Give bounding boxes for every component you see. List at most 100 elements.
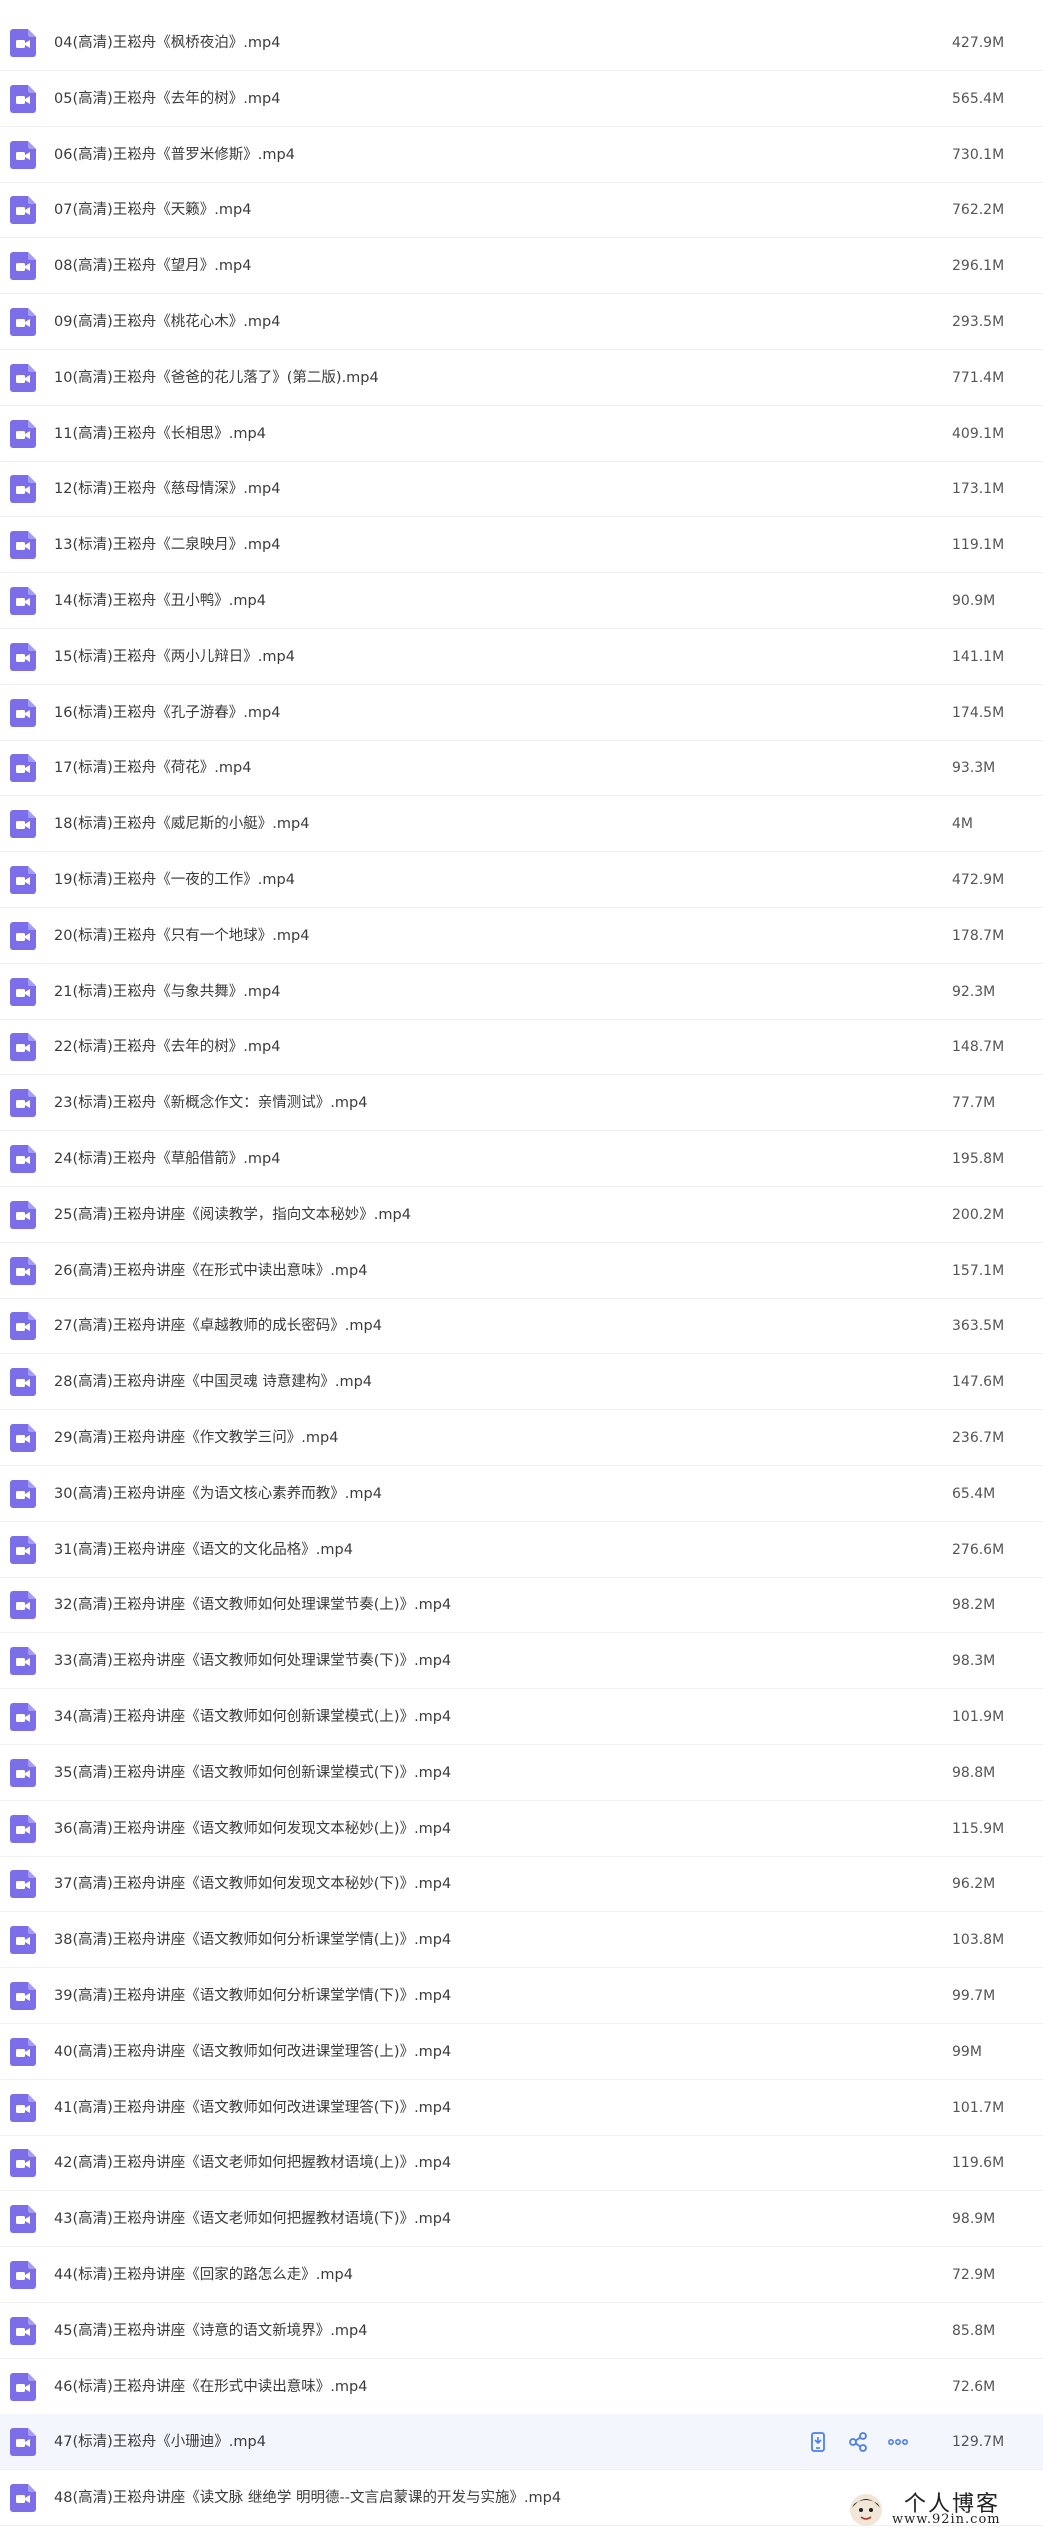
file-row[interactable]: 14(标清)王崧舟《丑小鸭》.mp4 90.9M <box>0 573 1043 629</box>
file-row[interactable]: 39(高清)王崧舟讲座《语文教师如何分析课堂学情(下)》.mp4 99.7M <box>0 1968 1043 2024</box>
file-size: 762.2M <box>952 202 1005 219</box>
file-name[interactable]: 17(标清)王崧舟《荷花》.mp4 <box>54 740 251 796</box>
file-name[interactable]: 21(标清)王崧舟《与象共舞》.mp4 <box>54 964 280 1020</box>
file-name[interactable]: 11(高清)王崧舟《长相思》.mp4 <box>54 406 266 462</box>
more-icon[interactable] <box>886 2430 910 2454</box>
file-name[interactable]: 41(高清)王崧舟讲座《语文教师如何改进课堂理答(下)》.mp4 <box>54 2080 451 2136</box>
file-row[interactable]: 04(高清)王崧舟《枫桥夜泊》.mp4 427.9M <box>0 15 1043 71</box>
file-row[interactable]: 13(标清)王崧舟《二泉映月》.mp4 119.1M <box>0 517 1043 574</box>
file-name[interactable]: 40(高清)王崧舟讲座《语文教师如何改进课堂理答(上)》.mp4 <box>54 2024 451 2080</box>
file-row[interactable]: 32(高清)王崧舟讲座《语文教师如何处理课堂节奏(上)》.mp4 98.2M <box>0 1577 1043 1634</box>
video-file-icon <box>10 140 36 169</box>
file-row[interactable]: 38(高清)王崧舟讲座《语文教师如何分析课堂学情(上)》.mp4 103.8M <box>0 1912 1043 1969</box>
file-row[interactable]: 34(高清)王崧舟讲座《语文教师如何创新课堂模式(上)》.mp4 101.9M <box>0 1689 1043 1745</box>
file-row[interactable]: 21(标清)王崧舟《与象共舞》.mp4 92.3M <box>0 964 1043 1020</box>
file-name[interactable]: 38(高清)王崧舟讲座《语文教师如何分析课堂学情(上)》.mp4 <box>54 1912 451 1968</box>
file-row[interactable]: 29(高清)王崧舟讲座《作文教学三问》.mp4 236.7M <box>0 1410 1043 1466</box>
file-row[interactable]: 11(高清)王崧舟《长相思》.mp4 409.1M <box>0 406 1043 462</box>
file-name[interactable]: 34(高清)王崧舟讲座《语文教师如何创新课堂模式(上)》.mp4 <box>54 1689 451 1745</box>
file-row[interactable]: 42(高清)王崧舟讲座《语文老师如何把握教材语境(上)》.mp4 119.6M <box>0 2135 1043 2192</box>
file-row[interactable]: 08(高清)王崧舟《望月》.mp4 296.1M <box>0 238 1043 295</box>
file-name[interactable]: 08(高清)王崧舟《望月》.mp4 <box>54 238 251 294</box>
file-row[interactable]: 23(标清)王崧舟《新概念作文：亲情测试》.mp4 77.7M <box>0 1075 1043 1132</box>
file-row[interactable]: 30(高清)王崧舟讲座《为语文核心素养而教》.mp4 65.4M <box>0 1466 1043 1522</box>
file-name[interactable]: 31(高清)王崧舟讲座《语文的文化品格》.mp4 <box>54 1522 353 1578</box>
file-name[interactable]: 22(标清)王崧舟《去年的树》.mp4 <box>54 1019 280 1075</box>
file-name[interactable]: 16(标清)王崧舟《孔子游春》.mp4 <box>54 685 280 741</box>
file-row[interactable]: 19(标清)王崧舟《一夜的工作》.mp4 472.9M <box>0 852 1043 908</box>
file-row[interactable]: 35(高清)王崧舟讲座《语文教师如何创新课堂模式(下)》.mp4 98.8M <box>0 1745 1043 1801</box>
file-name[interactable]: 04(高清)王崧舟《枫桥夜泊》.mp4 <box>54 15 280 71</box>
file-name[interactable]: 26(高清)王崧舟讲座《在形式中读出意味》.mp4 <box>54 1243 367 1299</box>
phone-icon[interactable] <box>806 2430 830 2454</box>
file-row[interactable]: 47(标清)王崧舟《小珊迪》.mp4 129.7M <box>0 2414 1043 2471</box>
file-row[interactable]: 45(高清)王崧舟讲座《诗意的语文新境界》.mp4 85.8M <box>0 2303 1043 2359</box>
file-row[interactable]: 40(高清)王崧舟讲座《语文教师如何改进课堂理答(上)》.mp4 99M <box>0 2024 1043 2080</box>
file-name[interactable]: 37(高清)王崧舟讲座《语文教师如何发现文本秘妙(下)》.mp4 <box>54 1856 451 1912</box>
file-name[interactable]: 46(标清)王崧舟讲座《在形式中读出意味》.mp4 <box>54 2359 367 2415</box>
file-row[interactable]: 36(高清)王崧舟讲座《语文教师如何发现文本秘妙(上)》.mp4 115.9M <box>0 1801 1043 1857</box>
file-name[interactable]: 27(高清)王崧舟讲座《卓越教师的成长密码》.mp4 <box>54 1298 382 1354</box>
video-file-icon <box>10 1145 36 1173</box>
file-name[interactable]: 18(标清)王崧舟《威尼斯的小艇》.mp4 <box>54 796 309 852</box>
file-name[interactable]: 48(高清)王崧舟讲座《读文脉 继绝学 明明德--文言启蒙课的开发与实施》.mp… <box>54 2470 561 2526</box>
file-row[interactable]: 43(高清)王崧舟讲座《语文老师如何把握教材语境(下)》.mp4 98.9M <box>0 2191 1043 2248</box>
file-row[interactable]: 37(高清)王崧舟讲座《语文教师如何发现文本秘妙(下)》.mp4 96.2M <box>0 1856 1043 1913</box>
file-name[interactable]: 45(高清)王崧舟讲座《诗意的语文新境界》.mp4 <box>54 2303 367 2359</box>
file-row[interactable]: 17(标清)王崧舟《荷花》.mp4 93.3M <box>0 740 1043 797</box>
file-row[interactable]: 26(高清)王崧舟讲座《在形式中读出意味》.mp4 157.1M <box>0 1243 1043 1299</box>
file-size: 85.8M <box>952 2322 996 2339</box>
file-name[interactable]: 15(标清)王崧舟《两小儿辩日》.mp4 <box>54 629 295 685</box>
file-name[interactable]: 07(高清)王崧舟《天籁》.mp4 <box>54 182 251 238</box>
file-name[interactable]: 05(高清)王崧舟《去年的树》.mp4 <box>54 71 280 127</box>
share-icon[interactable] <box>846 2430 870 2454</box>
file-name[interactable]: 33(高清)王崧舟讲座《语文教师如何处理课堂节奏(下)》.mp4 <box>54 1633 451 1689</box>
file-name[interactable]: 23(标清)王崧舟《新概念作文：亲情测试》.mp4 <box>54 1075 367 1131</box>
file-name[interactable]: 24(标清)王崧舟《草船借箭》.mp4 <box>54 1131 280 1187</box>
file-name[interactable]: 12(标清)王崧舟《慈母情深》.mp4 <box>54 461 280 517</box>
file-row[interactable]: 41(高清)王崧舟讲座《语文教师如何改进课堂理答(下)》.mp4 101.7M <box>0 2080 1043 2136</box>
file-row[interactable]: 15(标清)王崧舟《两小儿辩日》.mp4 141.1M <box>0 629 1043 685</box>
file-name[interactable]: 29(高清)王崧舟讲座《作文教学三问》.mp4 <box>54 1410 338 1466</box>
file-row[interactable]: 16(标清)王崧舟《孔子游春》.mp4 174.5M <box>0 685 1043 741</box>
watermark: 个人博客 www.92in.com <box>848 2486 1038 2530</box>
file-row[interactable]: 27(高清)王崧舟讲座《卓越教师的成长密码》.mp4 363.5M <box>0 1298 1043 1355</box>
file-row[interactable]: 25(高清)王崧舟讲座《阅读教学，指向文本秘妙》.mp4 200.2M <box>0 1187 1043 1243</box>
file-name[interactable]: 47(标清)王崧舟《小珊迪》.mp4 <box>54 2414 266 2470</box>
file-row[interactable]: 18(标清)王崧舟《威尼斯的小艇》.mp4 4M <box>0 796 1043 853</box>
file-name[interactable]: 39(高清)王崧舟讲座《语文教师如何分析课堂学情(下)》.mp4 <box>54 1968 451 2024</box>
file-row[interactable]: 44(标清)王崧舟讲座《回家的路怎么走》.mp4 72.9M <box>0 2247 1043 2303</box>
file-name[interactable]: 13(标清)王崧舟《二泉映月》.mp4 <box>54 517 280 573</box>
file-row[interactable]: 20(标清)王崧舟《只有一个地球》.mp4 178.7M <box>0 908 1043 964</box>
file-row[interactable]: 22(标清)王崧舟《去年的树》.mp4 148.7M <box>0 1019 1043 1076</box>
file-row[interactable]: 10(高清)王崧舟《爸爸的花儿落了》(第二版).mp4 771.4M <box>0 350 1043 406</box>
file-name[interactable]: 06(高清)王崧舟《普罗米修斯》.mp4 <box>54 127 295 183</box>
file-name[interactable]: 19(标清)王崧舟《一夜的工作》.mp4 <box>54 852 295 908</box>
file-size: 92.3M <box>952 983 996 1000</box>
file-name[interactable]: 35(高清)王崧舟讲座《语文教师如何创新课堂模式(下)》.mp4 <box>54 1745 451 1801</box>
file-name[interactable]: 30(高清)王崧舟讲座《为语文核心素养而教》.mp4 <box>54 1466 382 1522</box>
video-file-icon <box>10 308 36 336</box>
file-name[interactable]: 14(标清)王崧舟《丑小鸭》.mp4 <box>54 573 266 629</box>
file-name[interactable]: 32(高清)王崧舟讲座《语文教师如何处理课堂节奏(上)》.mp4 <box>54 1577 451 1633</box>
file-row[interactable]: 28(高清)王崧舟讲座《中国灵魂 诗意建构》.mp4 147.6M <box>0 1354 1043 1411</box>
file-name[interactable]: 36(高清)王崧舟讲座《语文教师如何发现文本秘妙(上)》.mp4 <box>54 1801 451 1857</box>
file-name[interactable]: 42(高清)王崧舟讲座《语文老师如何把握教材语境(上)》.mp4 <box>54 2135 451 2191</box>
file-row[interactable]: 46(标清)王崧舟讲座《在形式中读出意味》.mp4 72.6M <box>0 2359 1043 2415</box>
video-file-icon <box>10 1089 36 1118</box>
file-row[interactable]: 12(标清)王崧舟《慈母情深》.mp4 173.1M <box>0 461 1043 518</box>
file-row[interactable]: 09(高清)王崧舟《桃花心木》.mp4 293.5M <box>0 294 1043 350</box>
file-name[interactable]: 28(高清)王崧舟讲座《中国灵魂 诗意建构》.mp4 <box>54 1354 372 1410</box>
file-row[interactable]: 24(标清)王崧舟《草船借箭》.mp4 195.8M <box>0 1131 1043 1187</box>
file-name[interactable]: 44(标清)王崧舟讲座《回家的路怎么走》.mp4 <box>54 2247 353 2303</box>
file-row[interactable]: 07(高清)王崧舟《天籁》.mp4 762.2M <box>0 182 1043 239</box>
file-row[interactable]: 33(高清)王崧舟讲座《语文教师如何处理课堂节奏(下)》.mp4 98.3M <box>0 1633 1043 1690</box>
file-row[interactable]: 31(高清)王崧舟讲座《语文的文化品格》.mp4 276.6M <box>0 1522 1043 1578</box>
file-name[interactable]: 25(高清)王崧舟讲座《阅读教学，指向文本秘妙》.mp4 <box>54 1187 411 1243</box>
file-name[interactable]: 20(标清)王崧舟《只有一个地球》.mp4 <box>54 908 309 964</box>
file-name[interactable]: 09(高清)王崧舟《桃花心木》.mp4 <box>54 294 280 350</box>
file-row[interactable]: 05(高清)王崧舟《去年的树》.mp4 565.4M <box>0 71 1043 127</box>
file-name[interactable]: 10(高清)王崧舟《爸爸的花儿落了》(第二版).mp4 <box>54 350 379 406</box>
file-name[interactable]: 43(高清)王崧舟讲座《语文老师如何把握教材语境(下)》.mp4 <box>54 2191 451 2247</box>
file-row[interactable]: 06(高清)王崧舟《普罗米修斯》.mp4 730.1M <box>0 127 1043 183</box>
